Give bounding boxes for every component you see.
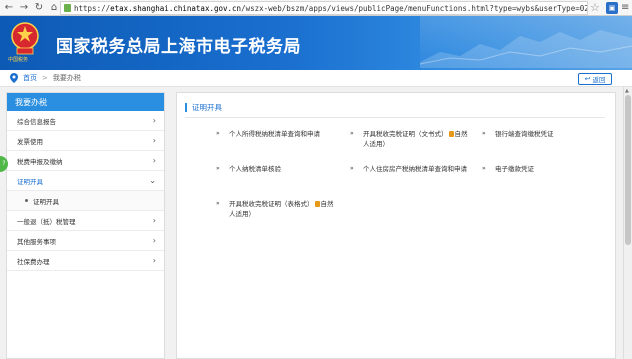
breadcrumb: 首页 > 我要办税 ↩ 返回 <box>0 70 632 87</box>
emblem-caption: 中国税务 <box>8 57 29 63</box>
sidebar-item-declaration[interactable]: 税费申报及缴纳 › <box>7 151 164 171</box>
sidebar-item-label: 综合信息报告 <box>17 117 56 126</box>
sidebar-item-label: 税费申报及缴纳 <box>17 157 63 166</box>
chevron-right-icon: › <box>152 116 156 125</box>
link-iit-list-query[interactable]: » 个人所得税纳税清单查询和申请 <box>216 129 349 139</box>
link-bank-tax-voucher[interactable]: » 银行端查询缴税凭证 <box>482 129 595 139</box>
extension-icon[interactable]: ▣ <box>606 2 618 14</box>
double-arrow-icon: » <box>216 165 220 172</box>
address-bar[interactable]: https://etax.shanghai.chinatax.gov.cn/ws… <box>60 1 588 15</box>
sidebar-heading: 我要办税 <box>7 93 164 111</box>
sidebar-item-label: 其他服务事项 <box>17 237 56 246</box>
return-arrow-icon: ↩ <box>584 75 591 83</box>
sidebar-item-info-report[interactable]: 综合信息报告 › <box>7 111 164 131</box>
chevron-right-icon: › <box>152 216 156 225</box>
lock-icon <box>64 4 71 12</box>
scroll-thumb[interactable] <box>625 95 631 245</box>
sidebar-item-social-security[interactable]: 社保费办理 › <box>7 251 164 271</box>
sidebar-item-refund[interactable]: 一般退（抵）税管理 › <box>7 211 164 231</box>
back-button[interactable]: ↩ 返回 <box>578 73 612 85</box>
great-wall-decoration <box>420 16 632 70</box>
bookmark-star-icon[interactable]: ☆ <box>590 1 600 14</box>
bullet-icon <box>25 199 28 202</box>
link-tax-certificate-document[interactable]: » 开具税收完税证明（文书式） 自然人适用） <box>350 129 468 149</box>
link-electronic-payment-voucher[interactable]: » 电子缴款凭证 <box>482 164 595 174</box>
chevron-right-icon: › <box>152 256 156 265</box>
sidebar-item-label: 一般退（抵）税管理 <box>17 217 76 226</box>
chevron-right-icon: › <box>152 236 156 245</box>
scroll-up-icon[interactable]: ▲ <box>625 88 629 94</box>
info-icon <box>448 131 454 137</box>
forward-arrow-icon[interactable]: → <box>18 2 30 14</box>
site-title: 国家税务总局上海市电子税务局 <box>56 37 301 57</box>
main-content: 证明开具 » 个人所得税纳税清单查询和申请 » 开具税收完税证明（文书式） 自然人… <box>176 92 616 359</box>
page-scrollbar[interactable]: ▲ <box>623 87 632 359</box>
tax-emblem-icon <box>11 22 39 55</box>
info-icon <box>314 201 320 207</box>
chevron-right-icon: › <box>152 156 156 165</box>
breadcrumb-separator: > <box>42 74 48 82</box>
double-arrow-icon: » <box>482 165 486 172</box>
chevron-right-icon: › <box>152 136 156 145</box>
sidebar: 我要办税 综合信息报告 › 发票使用 › 税费申报及缴纳 › 证明开具 ⌄ 证明… <box>6 92 165 359</box>
menu-icon[interactable]: ≡ <box>621 2 629 13</box>
sidebar-item-label: 证明开具 <box>17 177 43 186</box>
double-arrow-icon: » <box>350 165 354 172</box>
sidebar-item-certificate[interactable]: 证明开具 ⌄ <box>7 171 164 191</box>
sidebar-subitem-label: 证明开具 <box>33 197 59 206</box>
breadcrumb-current: 我要办税 <box>52 74 81 82</box>
reload-icon[interactable]: ↻ <box>33 2 45 14</box>
sidebar-item-label: 发票使用 <box>17 137 43 146</box>
section-divider <box>185 117 605 118</box>
double-arrow-icon: » <box>216 200 220 207</box>
back-button-label: 返回 <box>592 76 606 84</box>
sidebar-item-label: 社保费办理 <box>17 257 50 266</box>
home-icon[interactable]: ⌂ <box>48 2 60 14</box>
title-accent-bar <box>185 103 187 112</box>
double-arrow-icon: » <box>482 130 486 137</box>
sidebar-item-other-services[interactable]: 其他服务事项 › <box>7 231 164 251</box>
url-text: https://etax.shanghai.chinatax.gov.cn/ws… <box>74 3 587 13</box>
chevron-down-icon: ⌄ <box>149 176 156 185</box>
site-header: 中国税务 国家税务总局上海市电子税务局 <box>0 16 632 70</box>
double-arrow-icon: » <box>216 130 220 137</box>
sidebar-item-invoice[interactable]: 发票使用 › <box>7 131 164 151</box>
link-tax-certificate-table[interactable]: » 开具税收完税证明（表格式） 自然人适用） <box>216 199 339 219</box>
double-arrow-icon: » <box>350 130 354 137</box>
link-housing-property-tax-list[interactable]: » 个人住房房产税纳税清单查询和申请 <box>350 164 473 174</box>
link-tax-list-verify[interactable]: » 个人纳税清单核验 <box>216 164 349 174</box>
back-arrow-icon[interactable]: ← <box>3 2 15 14</box>
section-title: 证明开具 <box>185 102 222 113</box>
breadcrumb-home[interactable]: 首页 <box>23 73 37 83</box>
location-pin-icon <box>10 73 18 83</box>
sidebar-subitem-certificate[interactable]: 证明开具 <box>7 191 164 211</box>
